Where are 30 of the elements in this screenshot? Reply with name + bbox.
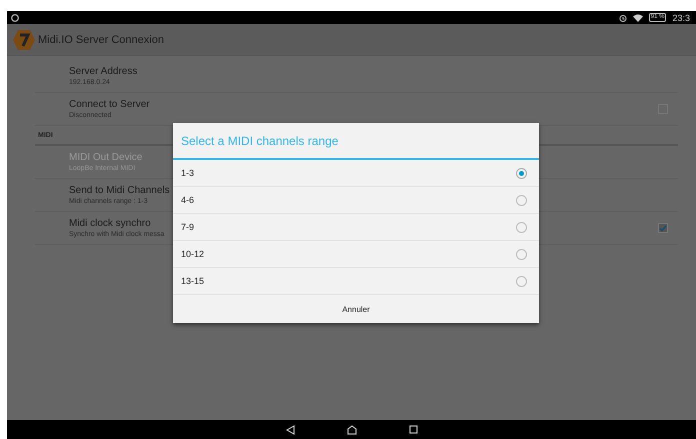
radio-button[interactable]	[516, 248, 527, 260]
radio-button[interactable]	[516, 168, 527, 178]
range-option[interactable]: 7-9	[173, 214, 539, 241]
range-option[interactable]: 4-6	[173, 187, 539, 214]
preference-title: Send to Midi Channels	[69, 185, 170, 196]
option-label: 7-9	[181, 222, 194, 232]
radio-button[interactable]	[516, 194, 527, 206]
clock-time: 23:3	[672, 12, 690, 22]
range-option[interactable]: 10-12	[173, 241, 539, 268]
option-label: 10-12	[181, 249, 204, 259]
option-label: 4-6	[181, 195, 194, 205]
alarm-clock-icon	[618, 14, 627, 22]
preference-title: Server Address	[69, 66, 138, 77]
radio-button[interactable]	[516, 222, 527, 232]
preference-title: Midi clock synchro	[69, 218, 151, 229]
option-label: 1-3	[181, 168, 194, 178]
preference-title: Connect to Server	[69, 99, 150, 110]
cancel-button[interactable]: Annuler	[173, 295, 539, 323]
dialog-title: Select a MIDI channels range	[173, 123, 539, 160]
range-option[interactable]: 13-15	[173, 268, 539, 295]
checkbox[interactable]	[658, 223, 668, 233]
home-icon[interactable]	[346, 424, 356, 434]
radio-button[interactable]	[516, 276, 527, 286]
range-option[interactable]: 1-3	[173, 160, 539, 187]
back-icon[interactable]	[286, 424, 294, 434]
wifi-icon	[632, 14, 643, 22]
option-label: 13-15	[181, 276, 204, 286]
app-title: Midi.IO Server Connexion	[38, 34, 164, 46]
app-logo-icon	[13, 30, 35, 50]
recent-apps-icon[interactable]	[408, 425, 418, 434]
